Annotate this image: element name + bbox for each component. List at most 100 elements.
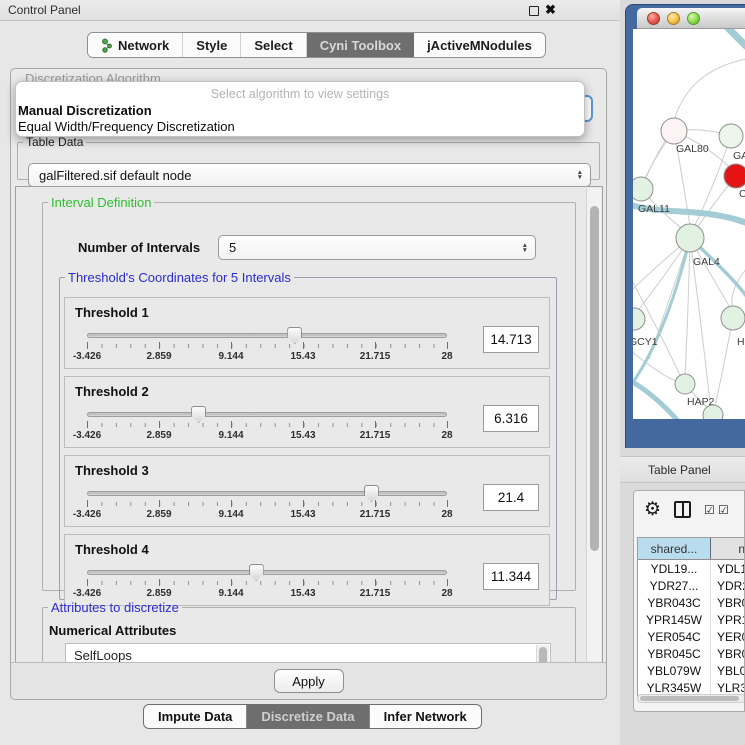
tab-jactivemnodules[interactable]: jActiveMNodules xyxy=(414,33,545,57)
table-row[interactable]: YPR145WYPR1 xyxy=(638,611,745,628)
major-tick xyxy=(375,342,376,349)
slider-track[interactable] xyxy=(87,412,447,417)
bottom-tab-impute-data[interactable]: Impute Data xyxy=(144,705,247,728)
network-node[interactable] xyxy=(675,374,695,394)
cell-name[interactable]: YDR2 xyxy=(711,577,745,594)
slider-track[interactable] xyxy=(87,491,447,496)
threshold-value-field[interactable]: 6.316 xyxy=(483,405,539,432)
major-tick xyxy=(303,342,304,349)
cell-shared-name[interactable]: YER054C xyxy=(638,628,711,645)
bottom-tab-infer-network[interactable]: Infer Network xyxy=(370,705,481,728)
table-row[interactable]: YDL19...YDL1 xyxy=(638,560,745,577)
interval-definition-label: Interval Definition xyxy=(48,195,154,210)
cell-name[interactable]: YPR1 xyxy=(711,611,745,628)
dropdown-option-equal-width[interactable]: Equal Width/Frequency Discretization xyxy=(18,119,235,134)
bottom-tab-discretize-data[interactable]: Discretize Data xyxy=(247,705,369,728)
cell-shared-name[interactable]: YDR27... xyxy=(638,577,711,594)
attributes-group-label: Attributes to discretize xyxy=(48,600,182,615)
table-data-combo[interactable]: galFiltered.sif default node ▲▼ xyxy=(28,163,591,187)
network-edge-highlighted[interactable] xyxy=(726,29,745,47)
settings-scrollbar[interactable] xyxy=(586,188,601,661)
network-node[interactable] xyxy=(721,306,745,330)
numerical-attributes-list[interactable]: SelfLoopsTopologicalCoefficientBetweenne… xyxy=(65,643,551,663)
major-tick xyxy=(375,579,376,586)
major-tick xyxy=(87,342,88,349)
network-node[interactable] xyxy=(724,164,745,188)
tick-label: -3.426 xyxy=(73,588,101,599)
gear-icon[interactable]: ⚙ xyxy=(644,498,661,521)
node-table[interactable]: shared... n YDL19...YDL1YDR27...YDR2YBR0… xyxy=(637,537,745,697)
table-row[interactable]: YER054CYER0 xyxy=(638,628,745,645)
column-header-shared[interactable]: shared... xyxy=(638,538,711,559)
minimize-traffic-light-icon[interactable] xyxy=(667,12,680,25)
major-tick xyxy=(231,342,232,349)
network-node[interactable] xyxy=(719,124,743,148)
cell-shared-name[interactable]: YBR043C xyxy=(638,594,711,611)
dropdown-option-manual[interactable]: Manual Discretization xyxy=(18,103,152,118)
threshold-slider[interactable]: -3.4262.8599.14415.4321.71528 xyxy=(87,563,447,603)
table-data-label: Table Data xyxy=(23,135,86,149)
network-node[interactable] xyxy=(661,118,687,144)
tab-style[interactable]: Style xyxy=(183,33,241,57)
table-row[interactable]: YDR27...YDR2 xyxy=(638,577,745,594)
network-edge-highlighted[interactable] xyxy=(633,381,678,419)
threshold-value-field[interactable]: 14.713 xyxy=(483,326,539,353)
network-node[interactable] xyxy=(633,308,645,330)
slider-handle[interactable] xyxy=(191,406,206,423)
table-row[interactable]: YBL079WYBL0 xyxy=(638,662,745,679)
tab-select[interactable]: Select xyxy=(241,33,306,57)
list-scrollbar[interactable] xyxy=(536,645,549,663)
threshold-slider[interactable]: -3.4262.8599.14415.4321.71528 xyxy=(87,405,447,445)
cell-shared-name[interactable]: YBL079W xyxy=(638,662,711,679)
network-edge[interactable] xyxy=(674,59,745,121)
column-header-name[interactable]: n xyxy=(711,538,745,559)
cell-name[interactable]: YBL0 xyxy=(711,662,745,679)
zoom-traffic-light-icon[interactable] xyxy=(687,12,700,25)
tick-label: -3.426 xyxy=(73,509,101,520)
slider-handle[interactable] xyxy=(287,327,302,344)
network-edge[interactable] xyxy=(715,318,733,407)
threshold-value-field[interactable]: 11.344 xyxy=(483,563,539,590)
network-canvas[interactable]: GAL80GACGAL11GAL4GCY1HHAP2 xyxy=(633,29,745,419)
network-node[interactable] xyxy=(633,177,653,201)
checkbox-icon[interactable]: ☑ xyxy=(718,503,730,517)
slider-handle[interactable] xyxy=(364,485,379,502)
table-panel-titlebar: Table Panel xyxy=(620,456,745,483)
cell-shared-name[interactable]: YDL19... xyxy=(638,560,711,577)
apply-button[interactable]: Apply xyxy=(274,669,344,693)
tab-network[interactable]: Network xyxy=(88,33,183,57)
checkbox-icon[interactable]: ☑ xyxy=(704,503,716,517)
cell-name[interactable]: YER0 xyxy=(711,628,745,645)
major-tick xyxy=(231,500,232,507)
close-icon[interactable]: ✖ xyxy=(545,2,556,18)
number-of-intervals-combo[interactable]: 5 ▲▼ xyxy=(218,235,536,260)
threshold-slider[interactable]: -3.4262.8599.14415.4321.71528 xyxy=(87,484,447,524)
slider-track[interactable] xyxy=(87,333,447,338)
attribute-item[interactable]: SelfLoops xyxy=(74,647,550,663)
cell-name[interactable]: YDL1 xyxy=(711,560,745,577)
network-node[interactable] xyxy=(676,224,704,252)
slider-handle[interactable] xyxy=(249,564,264,581)
attributes-group: Attributes to discretize Numerical Attri… xyxy=(42,600,576,663)
threshold-slider[interactable]: -3.4262.8599.14415.4321.71528 xyxy=(87,326,447,366)
tick-label: 2.859 xyxy=(146,351,171,362)
table-row[interactable]: YBR043CYBR0 xyxy=(638,594,745,611)
cell-shared-name[interactable]: YPR145W xyxy=(638,611,711,628)
node-label: H xyxy=(737,336,745,348)
major-tick xyxy=(87,500,88,507)
slider-track[interactable] xyxy=(87,570,447,575)
tick-label: 9.144 xyxy=(218,509,243,520)
cell-shared-name[interactable]: YBR045C xyxy=(638,645,711,662)
table-hscrollbar[interactable] xyxy=(637,694,745,703)
tick-label: 9.144 xyxy=(218,588,243,599)
float-window-icon[interactable] xyxy=(529,6,539,16)
threshold-value-field[interactable]: 21.4 xyxy=(483,484,539,511)
cell-name[interactable]: YBR0 xyxy=(711,594,745,611)
tick-label: 15.43 xyxy=(290,509,315,520)
columns-icon[interactable] xyxy=(674,501,691,518)
table-row[interactable]: YBR045CYBR0 xyxy=(638,645,745,662)
tab-cyni-toolbox[interactable]: Cyni Toolbox xyxy=(307,33,414,57)
close-traffic-light-icon[interactable] xyxy=(647,12,660,25)
tick-label: -3.426 xyxy=(73,351,101,362)
cell-name[interactable]: YBR0 xyxy=(711,645,745,662)
